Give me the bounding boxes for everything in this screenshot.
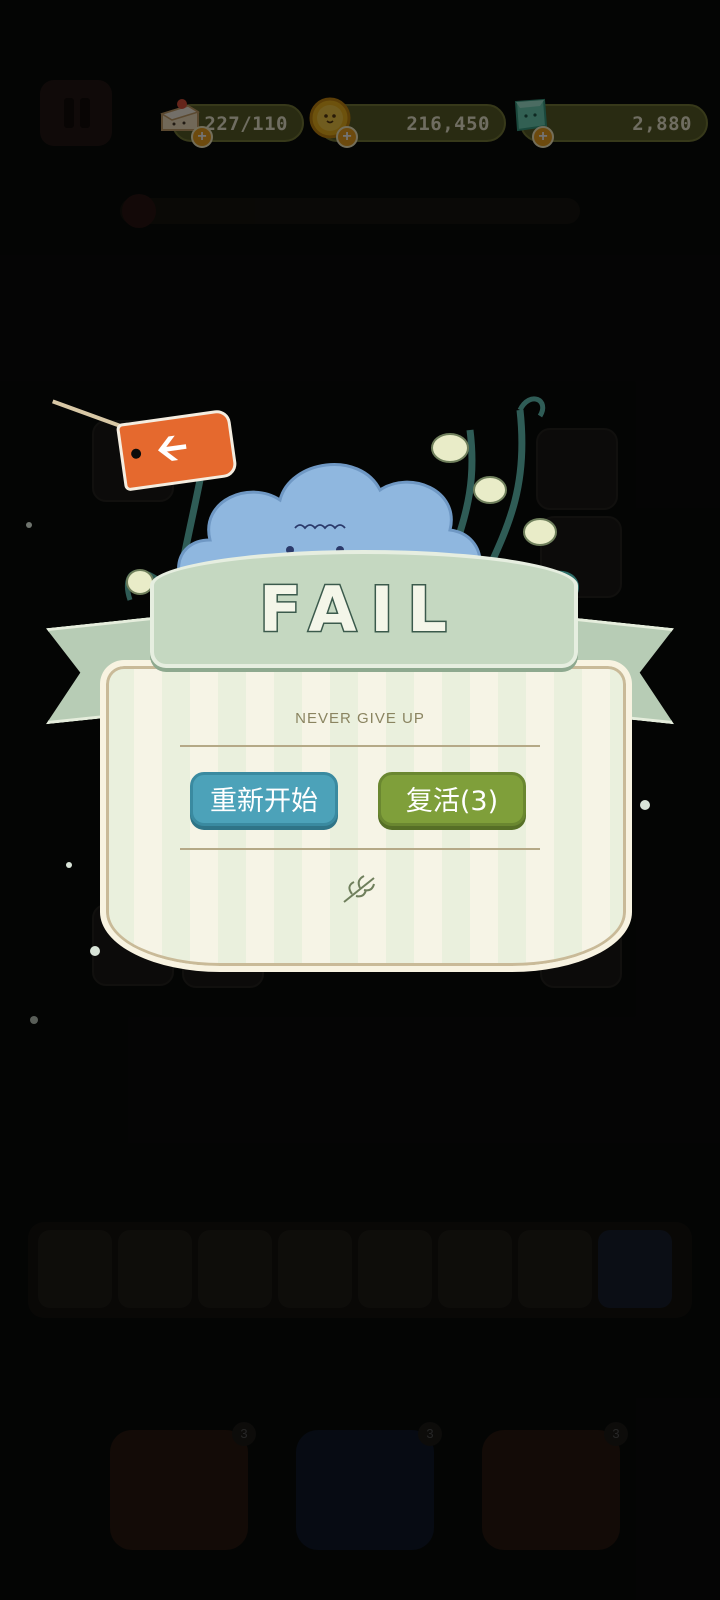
tray-slot xyxy=(358,1230,432,1308)
tray-slot xyxy=(518,1230,592,1308)
hint-booster-button: 3 xyxy=(482,1422,628,1550)
never-give-up-subtitle: NEVER GIVE UP xyxy=(295,710,425,727)
back-arrow-icon: 🡨 xyxy=(153,425,191,472)
revive-button[interactable]: 复活(3) xyxy=(378,772,526,826)
tray-slot xyxy=(198,1230,272,1308)
tray-slot xyxy=(438,1230,512,1308)
tag-hole xyxy=(130,448,142,460)
shuffle-count-badge: 3 xyxy=(418,1422,442,1446)
restart-button[interactable]: 重新开始 xyxy=(190,772,338,826)
divider-top xyxy=(180,745,540,747)
tray-slot xyxy=(118,1230,192,1308)
tray-slot xyxy=(38,1230,112,1308)
fail-dialog: FAIL NEVER GIVE UP 重新开始 复活(3) 🡨 xyxy=(40,390,680,1000)
coins-value: 216,450 xyxy=(406,113,490,135)
add-coins-button[interactable]: + xyxy=(336,126,358,148)
tray-slot xyxy=(598,1230,672,1308)
sparkle xyxy=(26,522,32,528)
pause-button[interactable] xyxy=(40,80,112,146)
sparkle xyxy=(30,1016,38,1024)
top-hud: 227/110 + 216,450 + 2,880 + xyxy=(0,80,720,148)
shuffle-booster-button: 3 xyxy=(296,1422,442,1550)
add-lives-button[interactable]: + xyxy=(191,126,213,148)
tile-tray xyxy=(28,1222,692,1318)
leaf-ornament-icon xyxy=(343,875,375,903)
tray-slot xyxy=(278,1230,352,1308)
dialog-panel xyxy=(100,660,632,972)
gems-value: 2,880 xyxy=(632,113,692,135)
tag-string xyxy=(52,399,127,430)
fail-title: FAIL xyxy=(258,572,461,648)
lives-value: 227/110 xyxy=(204,113,288,135)
level-progress-bar xyxy=(120,194,580,228)
undo-booster-button: 3 xyxy=(110,1422,256,1550)
undo-count-badge: 3 xyxy=(232,1422,256,1446)
progress-icon xyxy=(122,194,156,228)
divider-bottom xyxy=(180,848,540,850)
pause-icon xyxy=(64,98,74,128)
pause-icon xyxy=(80,98,90,128)
add-gems-button[interactable]: + xyxy=(532,126,554,148)
hint-count-badge: 3 xyxy=(604,1422,628,1446)
